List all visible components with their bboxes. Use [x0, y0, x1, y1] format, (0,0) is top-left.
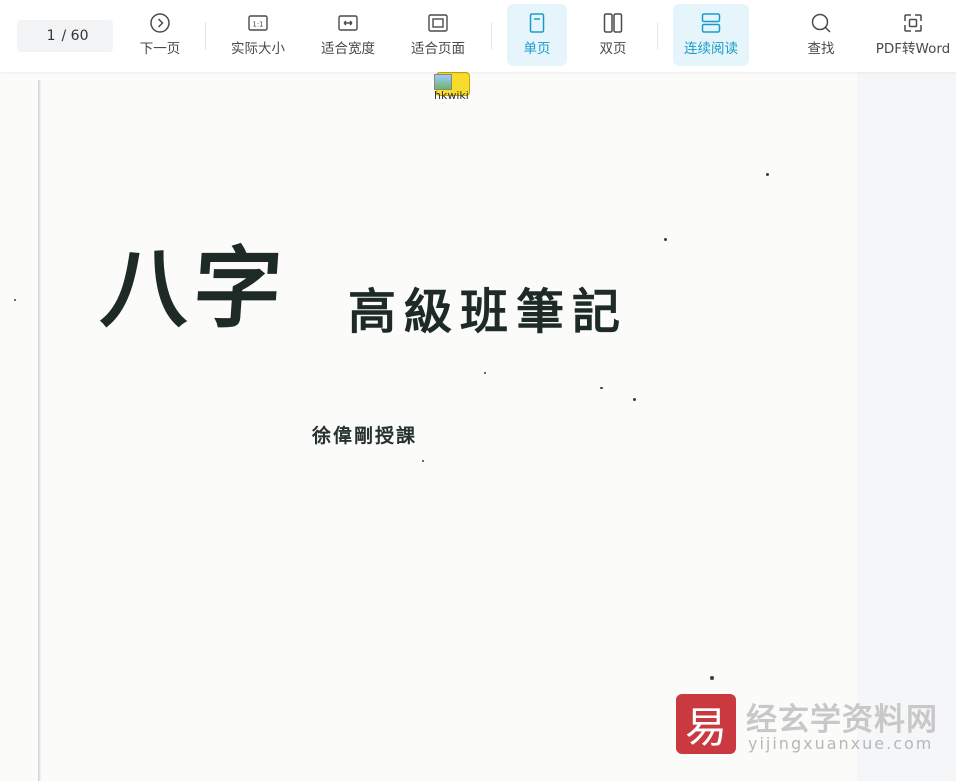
- viewer-margin: [857, 72, 956, 781]
- toolbar-divider: [205, 22, 206, 50]
- broken-image-alt-text: hkwiki: [434, 89, 469, 102]
- scan-speck: [484, 372, 486, 374]
- toolbar-divider: [491, 22, 492, 50]
- double-page-icon: [603, 13, 623, 33]
- scan-speck: [14, 299, 16, 301]
- scan-edge-shadow: [38, 80, 41, 781]
- broken-image: hkwiki: [434, 72, 470, 102]
- watermark-logo: 易: [676, 694, 736, 754]
- pdf-to-word-label: PDF转Word: [875, 41, 951, 57]
- pdf-page[interactable]: [0, 72, 857, 781]
- current-page-number[interactable]: 1: [42, 28, 56, 44]
- pdf-toolbar: 1 / 60 下一页 1:1 实际大小 适合宽度 适合页面 单页 双页 连续阅读…: [0, 0, 956, 72]
- fit-width-icon: [338, 15, 358, 31]
- fit-page-button[interactable]: 适合页面: [405, 4, 471, 66]
- fit-page-icon: [428, 14, 448, 32]
- actual-size-label: 实际大小: [231, 41, 285, 57]
- scan-speck: [633, 398, 636, 401]
- actual-size-button[interactable]: 1:1 实际大小: [225, 4, 291, 66]
- search-label: 查找: [807, 41, 835, 57]
- scan-speck: [422, 460, 424, 462]
- single-page-icon: [529, 13, 545, 33]
- continuous-read-icon: [701, 13, 721, 33]
- next-page-label: 下一页: [139, 41, 181, 57]
- pdf-to-word-button[interactable]: PDF转Word: [870, 4, 956, 66]
- next-page-icon: [150, 13, 170, 33]
- search-icon: [811, 13, 831, 33]
- continuous-read-button[interactable]: 连续阅读: [673, 4, 749, 66]
- scan-speck: [664, 238, 667, 241]
- scan-speck: [766, 173, 769, 176]
- watermark-site-name: 经玄学资料网: [746, 702, 938, 738]
- broken-image-icon: [434, 74, 452, 90]
- next-page-button[interactable]: 下一页: [130, 4, 190, 66]
- scan-speck: [710, 676, 714, 680]
- pdf-to-word-icon: [904, 14, 922, 32]
- single-page-label: 单页: [523, 41, 551, 57]
- fit-width-button[interactable]: 适合宽度: [315, 4, 381, 66]
- double-page-button[interactable]: 双页: [583, 4, 643, 66]
- fit-width-label: 适合宽度: [321, 41, 375, 57]
- search-button[interactable]: 查找: [791, 4, 851, 66]
- fit-page-label: 适合页面: [411, 41, 465, 57]
- total-page-count: / 60: [61, 28, 89, 44]
- scan-speck: [600, 387, 603, 389]
- document-author: 徐偉剛授課: [312, 425, 418, 447]
- page-number-indicator[interactable]: 1 / 60: [17, 20, 113, 52]
- document-title-sub: 高級班筆記: [348, 284, 629, 340]
- toolbar-divider: [657, 22, 658, 50]
- site-watermark: 易 经玄学资料网 yijingxuanxue.com: [676, 694, 946, 756]
- document-title-main: 八字: [97, 236, 290, 340]
- svg-text:1:1: 1:1: [252, 21, 263, 29]
- actual-size-icon: 1:1: [248, 15, 268, 31]
- double-page-label: 双页: [599, 41, 627, 57]
- continuous-read-label: 连续阅读: [684, 41, 738, 57]
- single-page-button[interactable]: 单页: [507, 4, 567, 66]
- watermark-url: yijingxuanxue.com: [748, 734, 934, 753]
